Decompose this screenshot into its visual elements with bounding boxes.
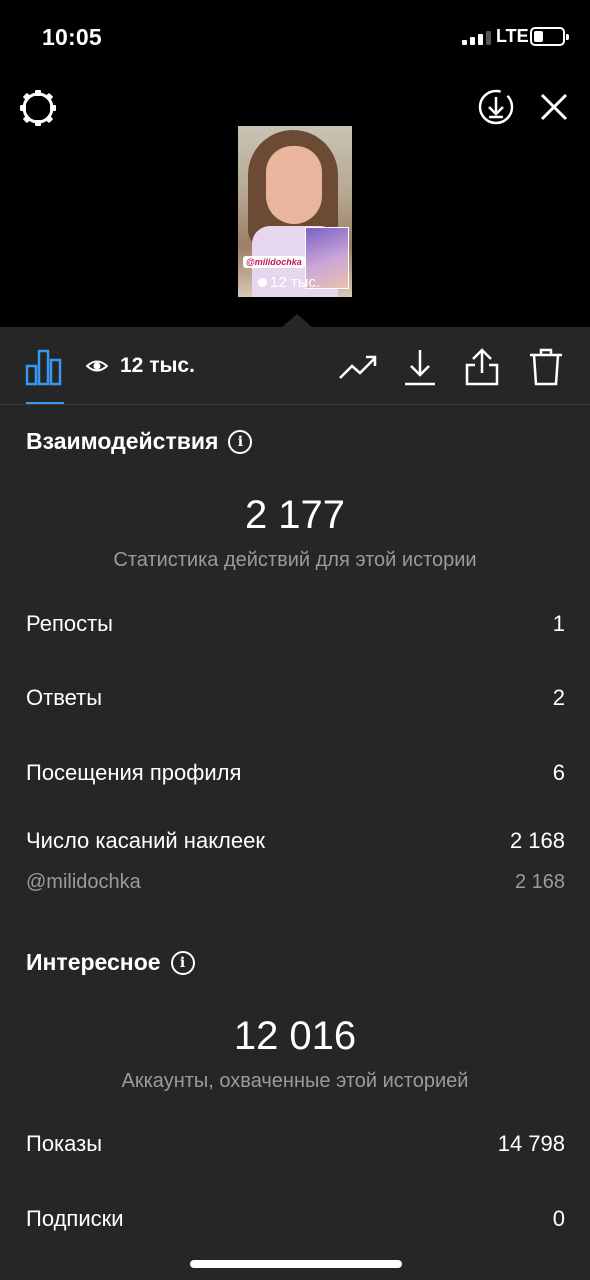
delete-button[interactable] bbox=[526, 347, 566, 387]
stat-label: Число касаний наклеек bbox=[26, 828, 265, 853]
home-indicator[interactable] bbox=[190, 1260, 402, 1268]
active-tab-indicator bbox=[26, 402, 64, 404]
settings-button[interactable] bbox=[16, 86, 60, 130]
interactions-subtitle: Статистика действий для этой истории bbox=[113, 549, 477, 571]
battery-icon bbox=[530, 27, 569, 46]
stat-value: 0 bbox=[552, 1206, 565, 1231]
interactions-heading: Взаимодействия i bbox=[26, 428, 253, 455]
stat-row-sticker-taps: Число касаний наклеек 2 168 bbox=[26, 828, 565, 854]
stat-label: Ответы bbox=[26, 685, 103, 710]
insights-tab[interactable] bbox=[24, 347, 64, 387]
download-icon bbox=[405, 350, 435, 386]
download-button[interactable] bbox=[400, 347, 440, 387]
network-label: LTE bbox=[496, 26, 529, 46]
share-icon bbox=[465, 348, 499, 386]
stat-row-impressions: Показы 14 798 bbox=[26, 1131, 565, 1157]
sticker-tag: @milidochka bbox=[243, 256, 305, 268]
stat-value: 2 168 bbox=[514, 871, 565, 893]
stat-label: Подписки bbox=[26, 1206, 124, 1231]
stat-value: 2 168 bbox=[509, 828, 565, 853]
stat-value: 1 bbox=[552, 611, 565, 636]
stat-value: 2 bbox=[552, 685, 565, 710]
trend-up-icon bbox=[339, 355, 377, 379]
info-icon[interactable]: i bbox=[170, 950, 195, 975]
stat-label: Репосты bbox=[26, 611, 113, 636]
insights-panel: 12 тыс. Взаимодействия i 2 177 Статистик… bbox=[0, 327, 590, 1280]
stat-label: Посещения профиля bbox=[26, 760, 242, 785]
promote-button[interactable] bbox=[338, 347, 378, 387]
thumbnail-view-count: 12 тыс. bbox=[258, 274, 320, 291]
stat-row-reposts: Репосты 1 bbox=[26, 611, 565, 637]
stat-row-profile-visits: Посещения профиля 6 bbox=[26, 760, 565, 786]
interactions-title: Взаимодействия bbox=[26, 428, 219, 454]
thumbnail-view-label: 12 тыс. bbox=[270, 274, 321, 291]
discovery-title: Интересное bbox=[26, 949, 161, 975]
panel-pointer bbox=[281, 314, 313, 328]
share-button[interactable] bbox=[462, 347, 502, 387]
stat-label: Показы bbox=[26, 1131, 103, 1156]
stat-value: 14 798 bbox=[497, 1131, 565, 1156]
stat-row-replies: Ответы 2 bbox=[26, 685, 565, 711]
story-thumbnail[interactable]: @milidochka 12 тыс. bbox=[238, 126, 352, 297]
stat-subrow-sticker[interactable]: @milidochka 2 168 bbox=[26, 871, 565, 894]
stat-label: @milidochka bbox=[26, 871, 141, 893]
close-button[interactable] bbox=[533, 86, 575, 128]
close-icon bbox=[540, 93, 568, 121]
save-story-button[interactable] bbox=[475, 86, 517, 128]
download-circle-icon bbox=[478, 89, 514, 125]
signal-icon bbox=[462, 30, 491, 45]
interactions-total: 2 177 bbox=[244, 493, 346, 537]
discovery-heading: Интересное i bbox=[26, 949, 195, 976]
insights-toolbar: 12 тыс. bbox=[0, 327, 590, 405]
stat-value: 6 bbox=[552, 760, 565, 785]
info-icon[interactable]: i bbox=[228, 429, 253, 454]
eye-icon bbox=[86, 360, 108, 372]
trash-icon bbox=[530, 348, 562, 386]
status-bar: 10:05 LTE bbox=[0, 0, 590, 70]
eye-icon bbox=[258, 278, 267, 287]
gear-icon bbox=[20, 90, 56, 126]
discovery-total: 12 016 bbox=[233, 1014, 357, 1058]
discovery-subtitle: Аккаунты, охваченные этой историей bbox=[121, 1070, 469, 1092]
viewers-count[interactable]: 12 тыс. bbox=[120, 354, 195, 378]
bar-chart-icon bbox=[25, 349, 62, 386]
status-time: 10:05 bbox=[42, 24, 102, 50]
stat-row-follows: Подписки 0 bbox=[26, 1206, 565, 1232]
